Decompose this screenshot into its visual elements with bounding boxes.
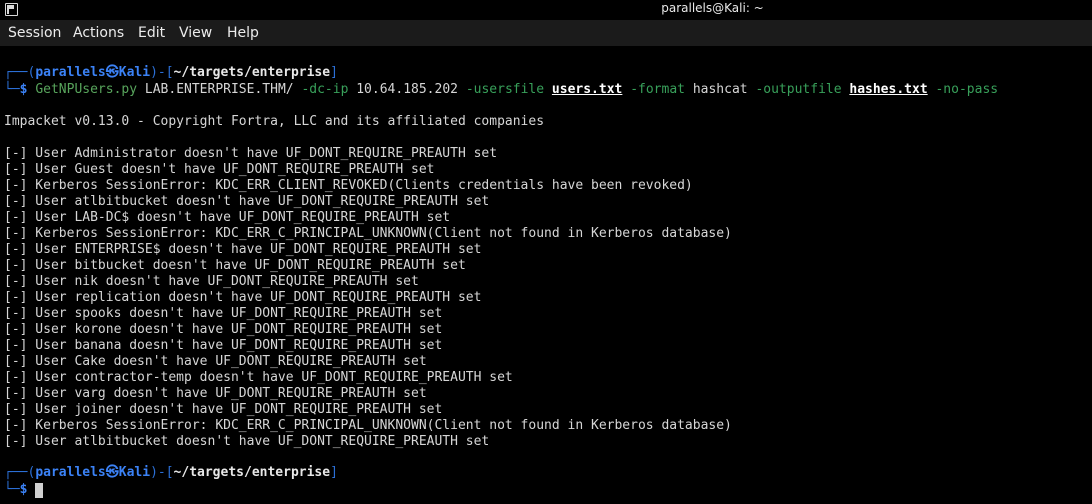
output-line: [-] User spooks doesn't have UF_DONT_REQ… [4, 306, 443, 321]
prompt-header: ┌──(parallels㉿Kali)-[~/targets/enterpris… [4, 65, 338, 81]
prompt-dollar: $ [19, 482, 28, 497]
command-tool: GetNPUsers.py [35, 82, 138, 97]
prompt-frame-top: ┌──( [4, 465, 36, 480]
output-line: [-] User contractor-temp doesn't have UF… [4, 370, 513, 385]
prompt-dollar: $ [19, 82, 28, 97]
output-line: [-] User Administrator doesn't have UF_D… [4, 146, 498, 161]
text-cursor [35, 483, 43, 498]
terminal-output-area[interactable]: ┌──(parallels㉿Kali)-[~/targets/enterpris… [0, 46, 1092, 504]
command-opt-format: -format [630, 82, 685, 97]
prompt-bracket-end: ] [330, 465, 338, 480]
command-opt-no-pass: -no-pass [935, 82, 999, 97]
prompt-frame-bottom: └─ [4, 482, 20, 497]
output-line: [-] User Guest doesn't have UF_DONT_REQU… [4, 162, 435, 177]
command-opt-usersfile: -usersfile [465, 82, 545, 97]
impacket-banner: Impacket v0.13.0 - Copyright Fortra, LLC… [4, 114, 545, 129]
command-usersfile: users.txt [551, 82, 623, 97]
prompt-separator: )-[ [150, 465, 174, 480]
prompt-frame-top: ┌──( [4, 65, 36, 80]
output-line: [-] Kerberos SessionError: KDC_ERR_CLIEN… [4, 178, 693, 193]
output-line: [-] User ENTERPRISE$ doesn't have UF_DON… [4, 242, 482, 257]
prompt-path: ~/targets/enterprise [173, 465, 331, 480]
menu-actions[interactable]: Actions [73, 25, 124, 42]
command-opt-outputfile: -outputfile [755, 82, 842, 97]
output-line: [-] Kerberos SessionError: KDC_ERR_C_PRI… [4, 418, 732, 433]
prompt-header: ┌──(parallels㉿Kali)-[~/targets/enterpris… [4, 465, 338, 481]
menu-edit[interactable]: Edit [138, 25, 165, 42]
window-title: parallels@Kali: ~ [661, 1, 764, 15]
menu-bar: Session Actions Edit View Help [0, 20, 1092, 46]
menu-help[interactable]: Help [227, 25, 259, 42]
prompt-path: ~/targets/enterprise [173, 65, 331, 80]
terminal-window: parallels@Kali: ~ Session Actions Edit V… [0, 0, 1092, 504]
prompt-separator: )-[ [150, 65, 174, 80]
output-line: [-] User varg doesn't have UF_DONT_REQUI… [4, 386, 427, 401]
output-line: [-] User LAB-DC$ doesn't have UF_DONT_RE… [4, 210, 451, 225]
output-line: [-] User nik doesn't have UF_DONT_REQUIR… [4, 274, 419, 289]
command-outputfile: hashes.txt [849, 82, 928, 97]
output-line: [-] User replication doesn't have UF_DON… [4, 290, 482, 305]
prompt-frame-bottom: └─ [4, 82, 20, 97]
command-opt-dc-ip: -dc-ip [301, 82, 349, 97]
command-target: LAB.ENTERPRISE.THM/ [144, 82, 294, 97]
output-line: [-] User atlbitbucket doesn't have UF_DO… [4, 194, 490, 209]
output-line: [-] Kerberos SessionError: KDC_ERR_C_PRI… [4, 226, 732, 241]
command-line: └─$ GetNPUsers.py LAB.ENTERPRISE.THM/ -d… [4, 82, 998, 98]
output-line: [-] User atlbitbucket doesn't have UF_DO… [4, 434, 490, 449]
menu-view[interactable]: View [179, 25, 212, 42]
active-prompt-line[interactable]: └─$ [4, 482, 27, 498]
output-line: [-] User bitbucket doesn't have UF_DONT_… [4, 258, 466, 273]
prompt-user-host: parallels㉿Kali [35, 65, 151, 80]
output-line: [-] User Cake doesn't have UF_DONT_REQUI… [4, 354, 427, 369]
title-bar: parallels@Kali: ~ [0, 0, 1092, 20]
output-line: [-] User joiner doesn't have UF_DONT_REQ… [4, 402, 443, 417]
menu-session[interactable]: Session [8, 25, 61, 42]
command-format: hashcat [692, 82, 748, 97]
prompt-bracket-end: ] [330, 65, 338, 80]
prompt-user-host: parallels㉿Kali [35, 465, 151, 480]
output-line: [-] User korone doesn't have UF_DONT_REQ… [4, 322, 443, 337]
command-ip: 10.64.185.202 [356, 82, 458, 97]
output-line: [-] User banana doesn't have UF_DONT_REQ… [4, 338, 443, 353]
